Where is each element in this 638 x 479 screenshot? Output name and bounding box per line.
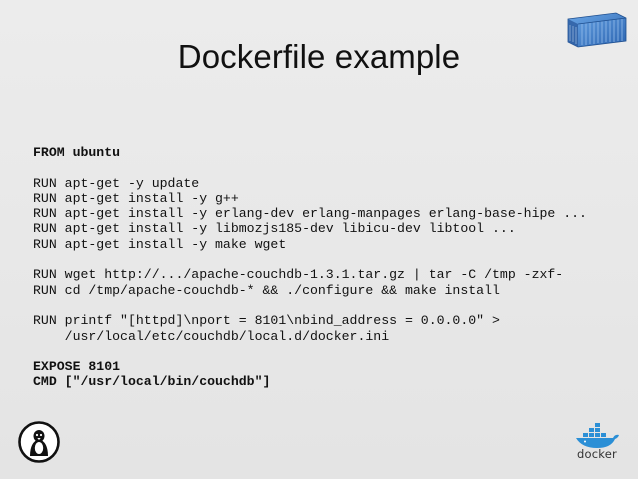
code-line: RUN apt-get install -y make wget xyxy=(33,236,287,252)
code-line: FROM ubuntu xyxy=(33,145,121,160)
docker-wordmark: docker xyxy=(577,447,617,461)
shipping-container-icon xyxy=(567,12,627,48)
code-line: CMD ["/usr/local/bin/couchdb"] xyxy=(33,374,271,390)
code-line: RUN apt-get install -y libmozjs185-dev l… xyxy=(33,221,516,237)
code-line: RUN apt-get -y update xyxy=(33,175,200,191)
code-line: /usr/local/etc/couchdb/local.d/docker.in… xyxy=(33,328,390,344)
code-line: RUN printf "[httpd]\nport = 8101\nbind_a… xyxy=(33,313,500,329)
slide-title: Dockerfile example xyxy=(177,38,461,75)
code-line: RUN wget http://.../apache-couchdb-1.3.1… xyxy=(33,267,564,283)
code-line: RUN apt-get install -y g++ xyxy=(33,190,239,206)
code-line: RUN apt-get install -y erlang-dev erlang… xyxy=(33,206,587,222)
dockerfile-code-block: FROM ubuntu RUN apt-get -y update RUN apt-… xyxy=(33,145,623,390)
code-line: EXPOSE 8101 xyxy=(33,359,121,375)
slide: Dockerfile example FROM ubuntu RUN apt-g… xyxy=(0,0,638,479)
code-line: RUN cd /tmp/apache-couchdb-* && ./config… xyxy=(33,282,500,298)
tux-penguin-logo xyxy=(18,421,60,463)
